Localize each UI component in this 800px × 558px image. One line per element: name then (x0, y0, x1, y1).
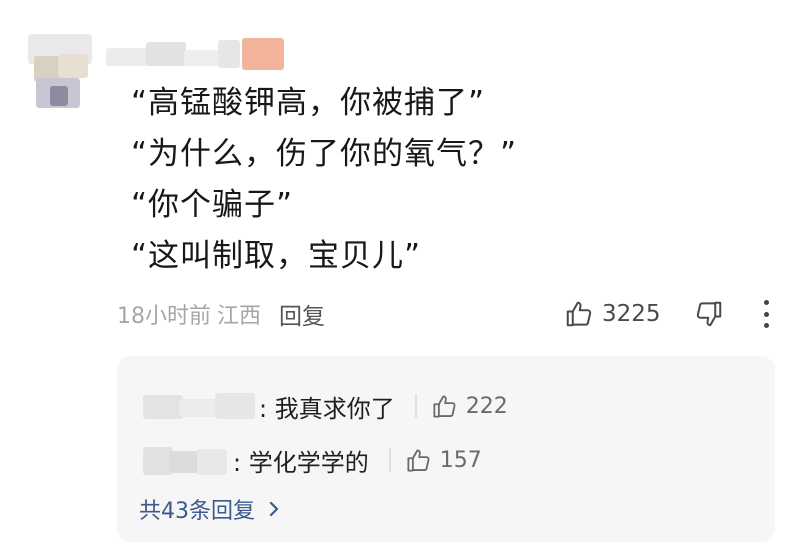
more-replies-label: 共43条回复 (139, 499, 255, 524)
chevron-right-icon (267, 500, 281, 518)
more-vertical-icon[interactable] (754, 298, 778, 330)
comment-line: “为什么，伤了你的氧气？” (131, 136, 518, 172)
thumbs-up-icon (405, 447, 440, 474)
more-dot (763, 300, 769, 305)
divider (388, 448, 391, 472)
reply-text: : 学化学学的 (233, 448, 369, 477)
reply-like-button[interactable]: 222 (431, 393, 508, 420)
comment-meta: 18小时前 江西 回复 (117, 296, 325, 332)
view-more-replies-link[interactable]: 共43条回复 (139, 493, 281, 525)
reply-like-button[interactable]: 157 (405, 447, 482, 474)
thumbs-up-icon (564, 299, 602, 329)
reply-text: : 我真求你了 (259, 394, 395, 423)
divider (414, 394, 417, 418)
like-count: 3225 (602, 301, 661, 327)
reply-username[interactable] (143, 445, 229, 475)
comment-text: “高锰酸钾高，你被捕了” “为什么，伤了你的氧气？” “你个骗子” “这叫制取，… (131, 78, 751, 282)
more-dot (763, 323, 769, 328)
dislike-button[interactable] (692, 296, 726, 332)
reply-like-count: 222 (465, 393, 508, 419)
comment-card: “高锰酸钾高，你被捕了” “为什么，伤了你的氧气？” “你个骗子” “这叫制取，… (0, 0, 800, 558)
replies-panel: : 我真求你了 222 : 学化学学的 157 共43条回复 (117, 356, 775, 542)
thumbs-down-icon (694, 299, 724, 329)
comment-line: “高锰酸钾高，你被捕了” (131, 85, 486, 121)
reply-item[interactable]: : 学化学学的 157 (143, 440, 482, 480)
user-avatar[interactable] (28, 34, 92, 108)
thumbs-up-icon (431, 393, 466, 420)
like-button[interactable]: 3225 (564, 296, 661, 332)
reply-button[interactable]: 回复 (279, 297, 325, 331)
reply-like-count: 157 (439, 447, 482, 473)
comment-line: “这叫制取，宝贝儿” (131, 238, 422, 274)
reply-item[interactable]: : 我真求你了 222 (143, 386, 508, 426)
more-dot (763, 311, 769, 317)
comment-location: 江西 (217, 304, 262, 329)
username[interactable] (106, 38, 286, 70)
reply-username[interactable] (143, 391, 255, 421)
comment-line: “你个骗子” (131, 187, 294, 223)
comment-time: 18小时前 (117, 304, 211, 329)
